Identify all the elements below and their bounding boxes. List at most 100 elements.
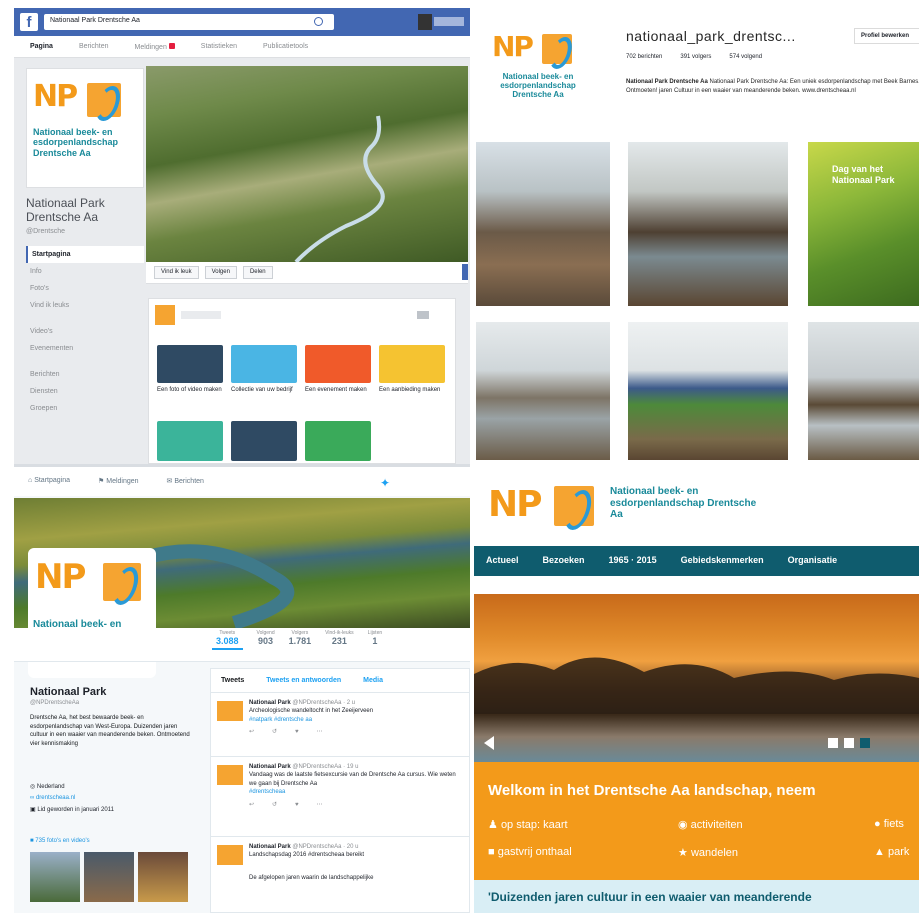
tile-extra-1[interactable]	[157, 421, 223, 461]
tab-pagina[interactable]: Pagina	[30, 43, 53, 50]
tile-label-event: Een evenement maken	[305, 387, 367, 393]
stream-illustration	[294, 115, 385, 262]
search-icon[interactable]	[314, 17, 323, 26]
feed-tab-tweets[interactable]: Tweets	[221, 677, 244, 684]
cover-blue-tab[interactable]	[462, 264, 468, 280]
stat-following[interactable]: 574 volgend	[729, 54, 762, 60]
twitter-bird-icon[interactable]: ✦	[380, 476, 390, 490]
tile-extra-3[interactable]	[305, 421, 371, 461]
location-icon: ◎	[30, 784, 36, 790]
follow-button[interactable]: Volgen	[204, 266, 237, 279]
nav-gebiedskenmerken[interactable]: Gebiedskenmerken	[681, 555, 764, 567]
hero-image	[474, 594, 919, 762]
quicklink-onthaal[interactable]: ■ gastvrij onthaal	[488, 846, 572, 858]
nav-item-groepen[interactable]: Groepen	[26, 400, 144, 417]
nav-item-vind-ik-leuks[interactable]: Vind ik leuks	[26, 297, 144, 323]
tweet-author: Nationaal Park	[249, 844, 291, 850]
car-icon: ■	[488, 846, 495, 858]
stat-followers[interactable]: 391 volgers	[680, 54, 711, 60]
share-button[interactable]: Delen	[242, 266, 273, 279]
quicklink-fiets[interactable]: ● fiets	[874, 818, 904, 830]
nav-item-evenementen[interactable]: Evenementen	[26, 340, 144, 366]
tab-publicatietools[interactable]: Publicatietools	[263, 43, 308, 50]
nav-item-startpagina[interactable]: Startpagina	[26, 246, 144, 263]
carousel-prev-icon[interactable]	[484, 736, 494, 750]
quicklink-wandelen[interactable]: ★ wandelen	[678, 846, 738, 859]
media-link[interactable]: ■ 735 foto's en video's	[30, 838, 90, 844]
tile-event[interactable]	[305, 345, 371, 383]
like-button[interactable]: Vind ik leuk	[154, 266, 199, 279]
twitter-top-bar: ⌂ Startpagina ⚑ Meldingen ✉ Berichten	[14, 468, 470, 496]
composer-card: Een foto of video maken Collectie van uw…	[148, 298, 456, 464]
tab-statistieken[interactable]: Statistieken	[201, 43, 237, 50]
nav-item-info[interactable]: Info	[26, 263, 144, 280]
tab-berichten[interactable]: ✉ Berichten	[167, 477, 204, 487]
meta-location: ◎ Nederland	[30, 784, 65, 790]
stat-followers[interactable]: Volgers 1.781	[289, 630, 312, 650]
stat-following[interactable]: Volgend 903	[257, 630, 275, 650]
instagram-bio: Nationaal Park Drentsche Aa Nationaal Pa…	[626, 78, 919, 96]
tile-label-photo: Een foto of video maken	[157, 387, 222, 393]
media-thumb-2[interactable]	[84, 852, 134, 902]
quicklink-park[interactable]: ▲ park	[874, 846, 909, 858]
nav-jubileum[interactable]: 1965 · 2015	[609, 555, 657, 567]
grid-photo-1[interactable]	[476, 142, 610, 306]
stat-tweets[interactable]: Tweets 3.088	[212, 630, 243, 650]
feed-tab-media[interactable]: Media	[363, 677, 383, 684]
profile-meta: ◎ Nederland ∞ drentscheaa.nl ▣ Lid gewor…	[30, 782, 190, 816]
facebook-search-input[interactable]: Nationaal Park Drentsche Aa	[44, 14, 334, 30]
nav-item-fotos[interactable]: Foto's	[26, 280, 144, 297]
composer-input[interactable]	[181, 311, 221, 319]
nav-bezoeken[interactable]: Bezoeken	[543, 555, 585, 567]
tweet[interactable]: Nationaal Park @NPDrentscheAa · 19 u Van…	[211, 757, 469, 837]
grid-photo-6[interactable]	[808, 322, 919, 460]
tweet-link[interactable]: #drentscheaa	[249, 788, 463, 796]
tile-collection[interactable]	[231, 345, 297, 383]
camera-icon: ■	[30, 838, 34, 844]
nav-item-berichten[interactable]: Berichten	[26, 366, 144, 383]
quicklink-activiteiten[interactable]: ◉ activiteiten	[678, 818, 743, 831]
stat-likes[interactable]: Vind-ik-leuks 231	[325, 630, 354, 650]
carousel-dot[interactable]	[828, 738, 838, 748]
nav-organisatie[interactable]: Organisatie	[788, 555, 838, 567]
np-logo-icon: NP	[35, 557, 86, 597]
stat-lists[interactable]: Lijsten 1	[368, 630, 382, 650]
page-handle: @Drentsche	[26, 228, 66, 235]
np-logo-icon: NP	[492, 30, 534, 63]
tab-meldingen[interactable]: ⚑ Meldingen	[98, 477, 139, 487]
tab-berichten[interactable]: Berichten	[79, 43, 109, 50]
tile-label-collection: Collectie van uw bedrijf	[231, 387, 293, 393]
stat-posts[interactable]: 702 berichten	[626, 54, 662, 60]
grid-photo-4[interactable]	[476, 322, 610, 460]
nav-actueel[interactable]: Actueel	[486, 555, 519, 567]
feed-tab-replies[interactable]: Tweets en antwoorden	[266, 677, 341, 684]
avatar[interactable]	[418, 14, 432, 30]
tab-meldingen[interactable]: Meldingen	[135, 43, 175, 51]
more-icon[interactable]	[417, 311, 429, 319]
carousel-dot[interactable]	[844, 738, 854, 748]
tile-extra-2[interactable]	[231, 421, 297, 461]
tab-startpagina[interactable]: ⌂ Startpagina	[28, 477, 70, 487]
nav-item-videos[interactable]: Video's	[26, 323, 144, 340]
tweet-link[interactable]: #natpark #drentsche aa	[249, 716, 463, 724]
tweet[interactable]: Nationaal Park @NPDrentscheAa · 2 u Arch…	[211, 693, 469, 757]
tweet-handle: @NPDrentscheAa · 20 u	[292, 844, 359, 850]
media-thumb-1[interactable]	[30, 852, 80, 902]
tile-offer[interactable]	[379, 345, 445, 383]
tweet-handle: @NPDrentscheAa · 2 u	[292, 700, 356, 706]
meta-website[interactable]: ∞ drentscheaa.nl	[30, 793, 190, 804]
facebook-logo-icon[interactable]: f	[20, 13, 38, 31]
grid-photo-3[interactable]: Dag van het Nationaal Park	[808, 142, 919, 306]
nav-item-diensten[interactable]: Diensten	[26, 383, 144, 400]
account-menu[interactable]	[434, 17, 464, 26]
tile-photo-video[interactable]	[157, 345, 223, 383]
carousel-dot-active[interactable]	[860, 738, 870, 748]
tweet-actions: ↩↺♥⋯	[249, 801, 341, 808]
tweet-text: Vandaag was de laatste fietsexcursie van…	[249, 772, 456, 787]
media-thumb-3[interactable]	[138, 852, 188, 902]
quicklink-kaart[interactable]: ♟ op stap: kaart	[488, 818, 568, 831]
edit-profile-button[interactable]: Profiel bewerken	[854, 28, 919, 44]
tweet[interactable]: Nationaal Park @NPDrentscheAa · 20 u Lan…	[211, 837, 469, 893]
grid-photo-2[interactable]	[628, 142, 788, 306]
grid-photo-5[interactable]	[628, 322, 788, 460]
